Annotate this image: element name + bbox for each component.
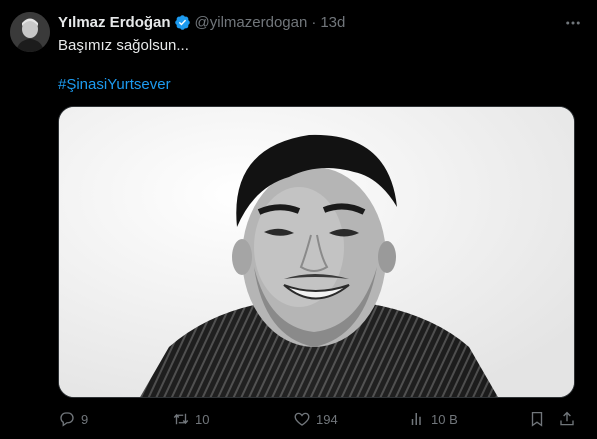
- more-options-icon[interactable]: [563, 14, 583, 32]
- tweet-photo[interactable]: [58, 106, 575, 398]
- analytics-icon: [411, 413, 421, 425]
- heart-icon: [294, 412, 310, 426]
- retweet-icon: [173, 413, 189, 425]
- tweet[interactable]: Yılmaz Erdoğan @yilmazerdogan · 13d Başı…: [0, 0, 597, 439]
- author-handle[interactable]: @yilmazerdogan: [195, 14, 308, 31]
- view-count: 10 B: [431, 411, 458, 427]
- like-count: 194: [316, 411, 338, 427]
- tweet-text: Başımız sağolsun...: [58, 37, 189, 54]
- share-icon: [560, 411, 574, 426]
- share-button[interactable]: [558, 408, 576, 430]
- timestamp[interactable]: 13d: [320, 14, 345, 31]
- reply-count: 9: [81, 411, 89, 427]
- avatar[interactable]: [10, 12, 50, 52]
- hashtag-link[interactable]: #ŞinasiYurtsever: [58, 76, 171, 93]
- reply-button[interactable]: 9: [58, 408, 88, 430]
- author-name[interactable]: Yılmaz Erdoğan: [58, 14, 171, 31]
- retweet-count: 10: [195, 411, 210, 427]
- retweet-button[interactable]: 10: [172, 408, 209, 430]
- verified-badge-icon: [174, 14, 191, 31]
- bookmark-icon: [531, 411, 543, 427]
- like-button[interactable]: 194: [293, 408, 338, 430]
- action-bar: 9 10 194 10 B: [58, 408, 588, 430]
- tweet-header: Yılmaz Erdoğan @yilmazerdogan · 13d: [58, 12, 345, 32]
- bookmark-button[interactable]: [528, 408, 546, 430]
- views-button[interactable]: 10 B: [408, 408, 458, 430]
- separator-dot: ·: [311, 13, 317, 31]
- reply-icon: [60, 412, 74, 427]
